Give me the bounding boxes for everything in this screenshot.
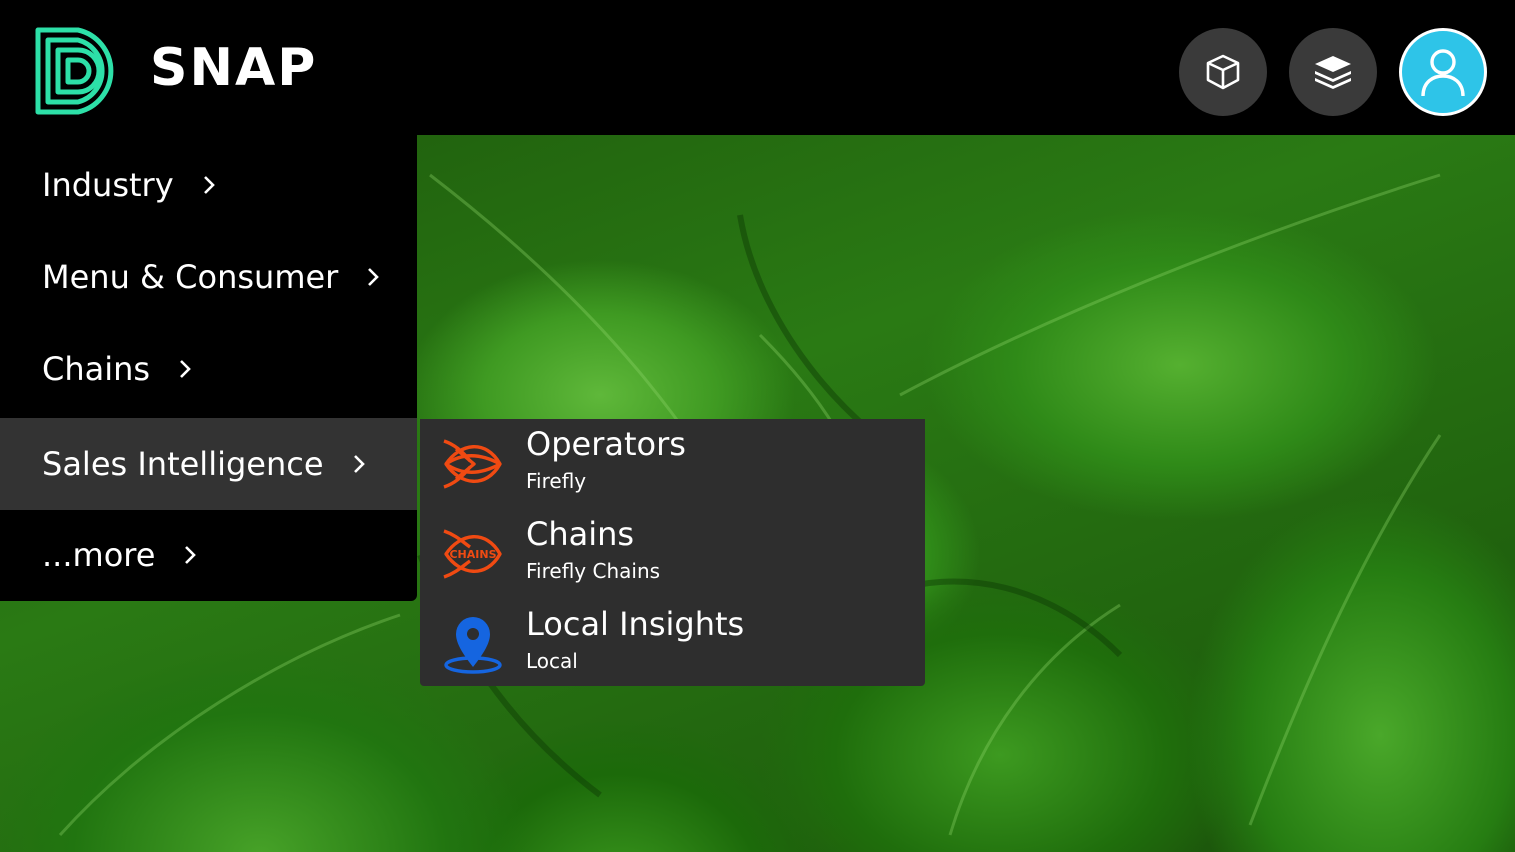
map-pin-icon bbox=[444, 617, 502, 674]
menu-item-chains[interactable]: Chains bbox=[0, 323, 417, 415]
chevron-right-icon bbox=[185, 546, 197, 564]
menu-item-industry[interactable]: Industry bbox=[0, 139, 417, 231]
submenu-item-caption: Local bbox=[526, 649, 578, 673]
chains-icon-text: CHAINS bbox=[449, 548, 496, 561]
user-icon bbox=[1421, 49, 1465, 97]
menu-item-label: Chains bbox=[42, 350, 151, 388]
menu-item-label: ...more bbox=[42, 536, 156, 574]
chevron-right-icon bbox=[203, 176, 215, 194]
user-profile-button[interactable] bbox=[1399, 28, 1487, 116]
cube-icon bbox=[1206, 54, 1240, 90]
submenu-item-operators[interactable]: Operators Firefly bbox=[420, 419, 925, 508]
snap-logo-icon[interactable] bbox=[34, 26, 126, 116]
chevron-right-icon bbox=[353, 455, 365, 473]
sales-intelligence-submenu: Operators Firefly CHAINS Chains Firefly … bbox=[420, 419, 925, 686]
submenu-item-local-insights[interactable]: Local Insights Local bbox=[420, 599, 925, 688]
chevron-right-icon bbox=[180, 360, 191, 378]
submenu-item-caption: Firefly Chains bbox=[526, 559, 661, 583]
cube-button[interactable] bbox=[1179, 28, 1267, 116]
menu-item-menu-consumer[interactable]: Menu & Consumer bbox=[0, 231, 417, 323]
brand-name: SNAP bbox=[150, 38, 318, 98]
menu-item-more[interactable]: ...more bbox=[0, 509, 417, 601]
menu-item-label: Industry bbox=[42, 166, 174, 204]
submenu-item-title: Chains bbox=[526, 515, 635, 553]
layers-button[interactable] bbox=[1289, 28, 1377, 116]
submenu-item-chains[interactable]: CHAINS Chains Firefly Chains bbox=[420, 509, 925, 598]
submenu-item-title: Operators bbox=[526, 425, 686, 463]
side-menu: Industry Menu & Consumer Chains Sales In… bbox=[0, 135, 417, 601]
submenu-item-caption: Firefly bbox=[526, 469, 587, 493]
menu-item-label: Sales Intelligence bbox=[42, 445, 324, 483]
firefly-icon bbox=[443, 439, 502, 489]
chevron-right-icon bbox=[368, 268, 380, 286]
submenu-item-title: Local Insights bbox=[526, 605, 745, 643]
top-bar: SNAP bbox=[0, 0, 1515, 135]
menu-item-sales-intelligence[interactable]: Sales Intelligence bbox=[0, 418, 417, 510]
firefly-chains-icon: CHAINS bbox=[443, 529, 502, 579]
menu-item-label: Menu & Consumer bbox=[42, 258, 339, 296]
layers-icon bbox=[1315, 56, 1351, 89]
